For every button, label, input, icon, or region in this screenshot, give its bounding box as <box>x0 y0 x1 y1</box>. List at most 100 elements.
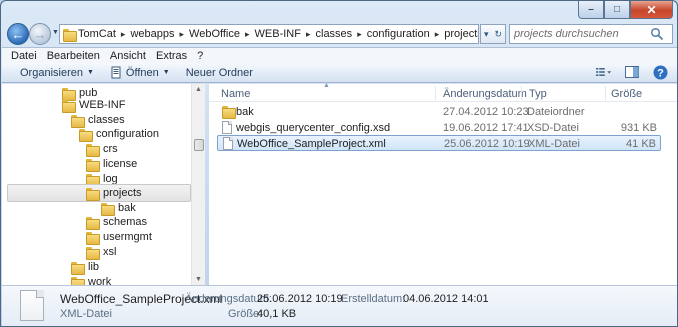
folder-open-icon <box>86 187 100 201</box>
back-button[interactable]: ← <box>7 23 29 45</box>
address-dropdown-icon[interactable]: ▾ <box>484 29 489 40</box>
minimize-button[interactable]: – <box>578 1 604 19</box>
window-controls: – □ ✕ <box>578 1 673 19</box>
forward-button[interactable]: → <box>29 23 51 45</box>
address-buttons: ▾ ↻ <box>480 24 506 44</box>
breadcrumb-weboffice[interactable]: WebOffice <box>186 28 243 40</box>
file-row-bak[interactable]: bak 27.04.2012 10:23 Dateiordner <box>217 104 661 120</box>
tree-item-label: work <box>88 276 112 285</box>
folder-icon <box>101 202 115 216</box>
folder-icon <box>86 158 100 172</box>
organize-button[interactable]: Organisieren ▼ <box>12 67 102 79</box>
tree-item-label: configuration <box>96 128 159 140</box>
recent-pages-dropdown[interactable]: ▼ <box>52 29 59 36</box>
column-header-row: ▲ Name Änderungsdatum Typ Größe <box>209 82 677 102</box>
breadcrumb-classes[interactable]: classes <box>313 28 356 40</box>
chevron-down-icon: ▼ <box>162 69 170 76</box>
search-icon[interactable] <box>650 27 664 41</box>
menu-datei[interactable]: Datei <box>6 50 42 62</box>
xml-file-icon <box>20 290 44 321</box>
folder-icon <box>86 143 100 157</box>
chevron-right-icon[interactable]: ▸ <box>243 29 252 40</box>
file-date: 27.04.2012 10:23 <box>443 106 529 118</box>
folder-icon <box>86 246 100 260</box>
organize-label: Organisieren <box>20 66 83 79</box>
scrollbar-thumb[interactable] <box>194 139 204 151</box>
tree-item-projects[interactable]: projects <box>7 184 191 202</box>
tree-item-work[interactable]: work <box>71 273 111 285</box>
file-name: WebOffice_SampleProject.xml <box>237 138 386 150</box>
svg-text:?: ? <box>657 67 664 79</box>
xml-file-icon <box>223 137 233 150</box>
chevron-right-icon[interactable]: ▸ <box>119 29 128 40</box>
column-divider[interactable] <box>605 86 606 100</box>
details-size-value: 40,1 KB <box>257 308 297 320</box>
folder-icon <box>62 99 76 113</box>
tree-item-label: usermgmt <box>103 231 152 243</box>
breadcrumb-web-inf[interactable]: WEB-INF <box>252 28 304 40</box>
view-options-button[interactable] <box>596 64 612 80</box>
help-button[interactable]: ? <box>652 64 668 80</box>
search-box[interactable] <box>509 24 673 44</box>
folder-icon <box>86 231 100 245</box>
tree-item-label: crs <box>103 143 118 155</box>
maximize-button[interactable]: □ <box>604 1 630 19</box>
details-file-type: XML-Datei <box>60 308 112 320</box>
tree-item-label: xsl <box>103 246 117 258</box>
folder-icon <box>71 276 85 285</box>
tree-item-label: license <box>103 158 138 170</box>
file-row-xml-selected[interactable]: WebOffice_SampleProject.xml 25.06.2012 1… <box>217 135 661 151</box>
new-folder-button[interactable]: Neuer Ordner <box>178 67 261 79</box>
arrow-right-icon: → <box>33 26 47 42</box>
sort-ascending-icon: ▲ <box>323 82 330 89</box>
menu-bearbeiten[interactable]: Bearbeiten <box>42 50 105 62</box>
preview-pane-button[interactable] <box>624 64 640 80</box>
menu-extras[interactable]: Extras <box>151 50 192 62</box>
menu-ansicht[interactable]: Ansicht <box>105 50 151 62</box>
preview-pane-icon <box>625 66 639 78</box>
chevron-right-icon[interactable]: ▸ <box>355 29 364 40</box>
chevron-right-icon[interactable]: ▸ <box>178 29 187 40</box>
arrow-left-icon: ← <box>11 26 25 42</box>
folder-icon <box>79 128 93 142</box>
scroll-down-icon[interactable]: ▼ <box>195 276 202 283</box>
file-date: 19.06.2012 17:41 <box>443 122 529 134</box>
navigation-scrollbar[interactable]: ▲ ▼ <box>191 84 205 285</box>
chevron-right-icon[interactable]: ▸ <box>304 29 313 40</box>
breadcrumb-tomcat[interactable]: TomCat <box>75 28 119 40</box>
column-header-type[interactable]: Typ <box>529 88 547 100</box>
column-header-name[interactable]: Name <box>221 88 250 100</box>
file-name: webgis_querycenter_config.xsd <box>236 122 391 134</box>
scroll-up-icon[interactable]: ▲ <box>195 86 202 93</box>
details-created-label: Erstelldatum: <box>341 293 406 305</box>
address-bar[interactable]: « TomCat ▸ webapps ▸ WebOffice ▸ WEB-INF… <box>59 24 479 44</box>
navigation-pane: pub WEB-INF classes configuration crs li… <box>2 84 205 285</box>
folder-icon <box>71 114 85 128</box>
help-icon: ? <box>653 65 667 79</box>
column-divider[interactable] <box>435 86 436 100</box>
breadcrumb-webapps[interactable]: webapps <box>127 28 177 40</box>
search-input[interactable] <box>510 27 650 41</box>
breadcrumb-configuration[interactable]: configuration <box>364 28 433 40</box>
menu-help[interactable]: ? <box>192 50 208 62</box>
menu-bar: Datei Bearbeiten Ansicht Extras ? <box>2 47 677 63</box>
column-divider[interactable] <box>521 86 522 100</box>
command-bar: Organisieren ▼ Öffnen ▼ Neuer Ordner ? <box>2 63 677 83</box>
folder-icon <box>71 261 85 275</box>
close-button[interactable]: ✕ <box>630 1 673 19</box>
folder-icon <box>86 173 100 187</box>
view-tools: ? <box>596 64 668 80</box>
open-button[interactable]: Öffnen ▼ <box>102 66 178 79</box>
breadcrumb-projects[interactable]: projects <box>441 28 478 40</box>
refresh-icon[interactable]: ↻ <box>494 29 502 40</box>
chevron-down-icon: ▼ <box>86 69 94 76</box>
tree-item-label: projects <box>103 187 142 199</box>
column-header-size[interactable]: Größe <box>611 88 642 100</box>
file-list: ▲ Name Änderungsdatum Typ Größe bak 27.0… <box>209 82 677 285</box>
chevron-right-icon[interactable]: ▸ <box>433 29 442 40</box>
column-header-date[interactable]: Änderungsdatum <box>443 88 527 100</box>
document-open-icon <box>111 66 121 79</box>
file-date: 25.06.2012 10:19 <box>444 138 530 150</box>
file-row-xsd[interactable]: webgis_querycenter_config.xsd 19.06.2012… <box>217 120 661 136</box>
file-name: bak <box>236 106 254 118</box>
